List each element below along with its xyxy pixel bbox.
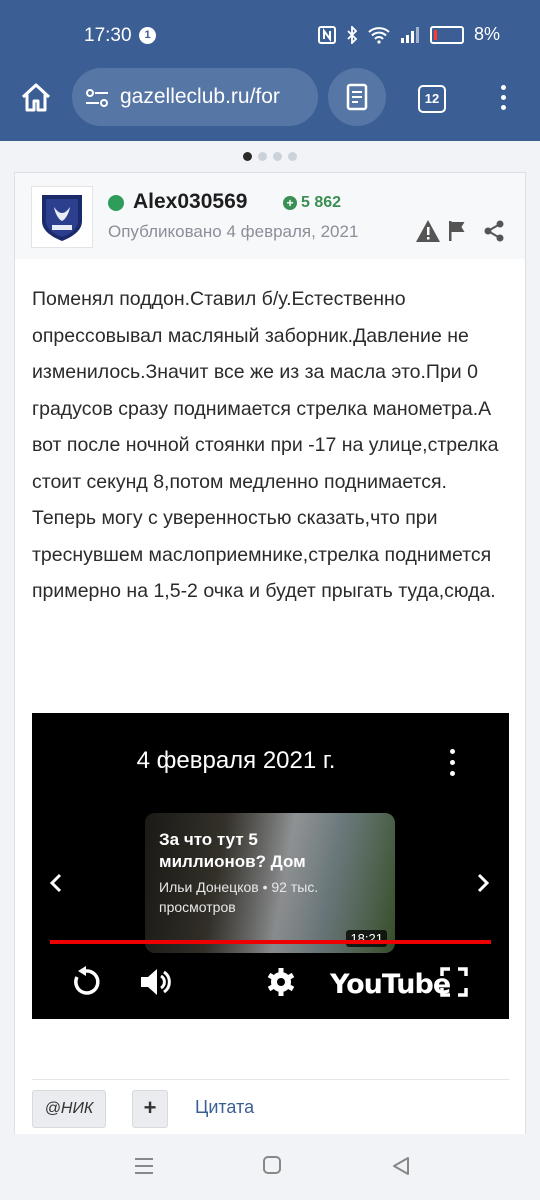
author-name[interactable]: Alex030569 [133, 190, 247, 214]
browser-chrome: 17:30 1 8% gazelleclub.ru/for 12 [0, 0, 540, 141]
suggested-video-meta: Ильи Донецков • 92 тыс. просмотров [159, 879, 319, 915]
site-settings-icon[interactable] [84, 85, 110, 111]
avatar[interactable] [31, 186, 93, 248]
page-dot[interactable] [273, 152, 282, 161]
suggested-video-card[interactable]: За что тут 5 миллионов? Дом Ильи Донецко… [145, 813, 395, 953]
flag-icon[interactable] [447, 219, 467, 248]
overflow-menu-icon[interactable] [495, 82, 511, 114]
online-status-icon [108, 195, 124, 211]
wifi-icon [368, 26, 390, 44]
status-icons: 8% [317, 24, 500, 45]
reputation-badge: +5 862 [283, 194, 341, 212]
notification-badge: 1 [139, 27, 156, 44]
video-title[interactable]: 4 февраля 2021 г. [32, 747, 440, 775]
system-nav-bar [0, 1134, 540, 1200]
address-bar[interactable]: gazelleclub.ru/for [72, 68, 318, 126]
mention-button[interactable]: @НИК [32, 1090, 106, 1128]
video-controls: YouTube [32, 965, 509, 1009]
fullscreen-icon[interactable] [439, 965, 469, 1004]
post-date[interactable]: Опубликовано 4 февраля, 2021 [108, 222, 358, 242]
tabs-count-button[interactable]: 12 [418, 85, 446, 113]
video-progress-bar[interactable] [50, 940, 491, 944]
home-icon[interactable] [18, 80, 54, 116]
battery-percent: 8% [473, 24, 500, 44]
page-dot[interactable] [288, 152, 297, 161]
settings-gear-icon[interactable] [266, 965, 296, 1004]
browser-toolbar: gazelleclub.ru/for 12 [0, 68, 540, 128]
volume-icon[interactable] [138, 965, 172, 1004]
post-content: Поменял поддон.Ставил б/у.Естественно оп… [32, 281, 514, 610]
reader-mode-button[interactable] [328, 68, 386, 126]
document-icon [346, 83, 368, 111]
share-icon[interactable] [483, 219, 505, 248]
gaz-logo-icon [42, 195, 82, 241]
youtube-embed[interactable]: 4 февраля 2021 г. За что тут 5 миллионов… [32, 713, 509, 1019]
suggested-video-duration: 18:21 [346, 930, 387, 947]
recents-icon[interactable] [134, 1156, 154, 1181]
forum-post: Alex030569 +5 862 Опубликовано 4 февраля… [14, 172, 526, 1174]
page-dot[interactable] [243, 152, 252, 161]
bluetooth-icon [347, 25, 358, 44]
quote-link[interactable]: Цитата [195, 1097, 254, 1118]
chevron-right-icon[interactable] [473, 871, 493, 895]
chevron-left-icon[interactable] [46, 871, 66, 895]
video-more-icon[interactable] [448, 749, 456, 777]
post-divider [32, 1079, 509, 1080]
page-dot[interactable] [258, 152, 267, 161]
report-icon[interactable] [415, 219, 441, 248]
post-paragraph: Теперь могу с уверенностью сказать,что п… [32, 507, 496, 602]
replay-icon[interactable] [70, 965, 102, 1004]
nfc-icon [317, 25, 336, 44]
suggested-video-title: За что тут 5 миллионов? Дом [159, 830, 306, 871]
status-bar: 17:30 1 8% [0, 0, 540, 70]
status-time: 17:30 [84, 25, 132, 46]
url-text[interactable]: gazelleclub.ru/for [120, 85, 310, 109]
page-indicator [0, 148, 540, 166]
signal-icon [400, 26, 419, 43]
back-icon[interactable] [392, 1156, 410, 1181]
post-header: Alex030569 +5 862 Опубликовано 4 февраля… [15, 173, 525, 259]
battery-icon [429, 25, 464, 44]
plus-circle-icon: + [283, 196, 297, 210]
home-nav-icon[interactable] [263, 1156, 281, 1179]
post-paragraph: Поменял поддон.Ставил б/у.Естественно оп… [32, 288, 499, 493]
youtube-logo[interactable]: YouTube [330, 969, 451, 1000]
reputation-value: 5 862 [301, 194, 342, 211]
multiquote-button[interactable]: + [132, 1090, 168, 1128]
